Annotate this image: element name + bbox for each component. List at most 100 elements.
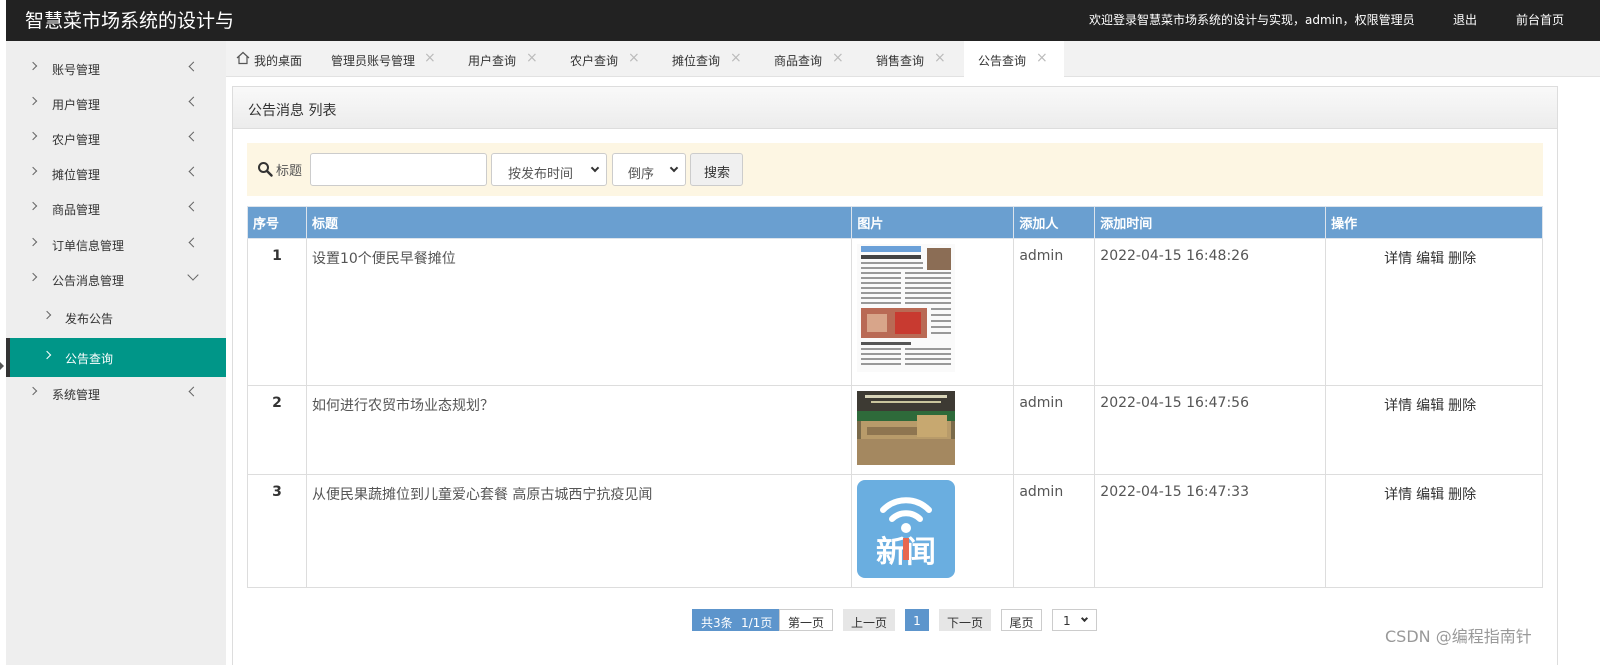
row-adder: admin bbox=[1013, 474, 1096, 588]
chevron-down-icon bbox=[590, 163, 600, 173]
tab-my-desktop[interactable]: 我的桌面 bbox=[236, 41, 316, 77]
delete-link[interactable]: 删除 bbox=[1448, 251, 1476, 267]
frontend-home-link[interactable]: 前台首页 bbox=[1516, 11, 1564, 28]
tab-admin-account[interactable]: 管理员账号管理 × bbox=[331, 41, 436, 77]
column-header: 标题 bbox=[305, 206, 853, 239]
top-header: 智慧菜市场系统的设计与 欢迎登录智慧菜市场系统的设计与实现，admin，权限管理… bbox=[6, 0, 1600, 41]
sidebar-item-product[interactable]: 商品管理 bbox=[6, 191, 226, 227]
close-icon[interactable]: × bbox=[526, 50, 538, 66]
tab-user-query[interactable]: 用户查询 × bbox=[468, 41, 538, 77]
search-button[interactable]: 搜索 bbox=[690, 153, 743, 186]
newspaper-thumbnail[interactable] bbox=[857, 244, 956, 372]
page-select[interactable]: 1 bbox=[1052, 609, 1097, 631]
tab-label: 摊位查询 bbox=[672, 54, 721, 68]
edit-link[interactable]: 编辑 bbox=[1416, 398, 1444, 414]
search-icon bbox=[258, 162, 273, 177]
sidebar-subitem-query[interactable]: 公告查询 bbox=[6, 338, 226, 377]
detail-link[interactable]: 详情 bbox=[1384, 487, 1412, 503]
delete-link[interactable]: 删除 bbox=[1448, 487, 1476, 503]
panel-title: 公告消息 列表 bbox=[248, 103, 337, 119]
welcome-text: 欢迎登录智慧菜市场系统的设计与实现，admin，权限管理员 bbox=[1089, 13, 1415, 27]
row-number: 2 bbox=[247, 385, 307, 475]
notice-table: 序号 标题 图片 添加人 添加时间 操作 1 设置10个便民早餐摊位 admin… bbox=[247, 206, 1543, 588]
row-image-cell bbox=[851, 385, 1015, 475]
title-search-input[interactable] bbox=[310, 153, 487, 186]
table-row: 1 设置10个便民早餐摊位 admin 2022-04-15 16:48:26 … bbox=[247, 238, 1543, 386]
close-icon[interactable]: × bbox=[424, 50, 436, 66]
close-icon[interactable]: × bbox=[934, 50, 946, 66]
last-page-button[interactable]: 尾页 bbox=[1001, 609, 1042, 631]
delete-link[interactable]: 删除 bbox=[1448, 398, 1476, 414]
column-header: 添加时间 bbox=[1094, 206, 1327, 239]
edit-link[interactable]: 编辑 bbox=[1416, 251, 1444, 267]
chevron-left-icon bbox=[188, 166, 199, 177]
chevron-right-icon bbox=[42, 310, 52, 320]
sort-order-select[interactable]: 倒序 bbox=[612, 153, 686, 186]
sidebar-item-label: 用户管理 bbox=[52, 98, 101, 112]
sidebar-item-notice[interactable]: 公告消息管理 bbox=[6, 262, 226, 298]
current-page-button[interactable]: 1 bbox=[905, 609, 929, 631]
sidebar-item-order[interactable]: 订单信息管理 bbox=[6, 227, 226, 263]
sidebar-item-user[interactable]: 用户管理 bbox=[6, 86, 226, 122]
sidebar-item-stall[interactable]: 摊位管理 bbox=[6, 156, 226, 192]
tab-label: 我的桌面 bbox=[254, 54, 303, 68]
page-count: 1/1页 bbox=[741, 616, 773, 630]
row-title: 如何进行农贸市场业态规划？ bbox=[305, 385, 853, 475]
tab-sales-query[interactable]: 销售查询 × bbox=[876, 41, 946, 77]
chevron-right-icon bbox=[28, 166, 38, 176]
close-icon[interactable]: × bbox=[832, 50, 844, 66]
row-image-cell: 新闻 bbox=[851, 474, 1015, 588]
sort-field-select[interactable]: 按发布时间 bbox=[491, 153, 607, 186]
sidebar-item-label: 摊位管理 bbox=[52, 168, 101, 182]
sidebar-item-system[interactable]: 系统管理 bbox=[6, 376, 226, 412]
logout-link[interactable]: 退出 bbox=[1453, 11, 1477, 28]
sidebar-subitem-publish[interactable]: 发布公告 bbox=[6, 300, 226, 336]
close-icon[interactable]: × bbox=[730, 50, 742, 66]
column-header: 序号 bbox=[247, 206, 307, 239]
search-label: 标题 bbox=[276, 164, 303, 179]
first-page-button[interactable]: 第一页 bbox=[779, 609, 833, 631]
column-header: 图片 bbox=[851, 206, 1015, 239]
total-count: 共3条 bbox=[701, 616, 733, 630]
row-adder: admin bbox=[1013, 385, 1096, 475]
row-actions: 详情 编辑 删除 bbox=[1325, 474, 1543, 588]
search-button-label: 搜索 bbox=[704, 166, 731, 181]
detail-link[interactable]: 详情 bbox=[1384, 251, 1412, 267]
chevron-right-icon bbox=[28, 131, 38, 141]
chevron-down-icon bbox=[187, 269, 199, 281]
news-logo-thumbnail[interactable]: 新闻 bbox=[857, 480, 956, 578]
edit-link[interactable]: 编辑 bbox=[1416, 487, 1444, 503]
close-icon[interactable]: × bbox=[628, 50, 640, 66]
chevron-left-icon bbox=[188, 61, 199, 72]
tab-label: 用户查询 bbox=[468, 54, 517, 68]
detail-link[interactable]: 详情 bbox=[1384, 398, 1412, 414]
market-interior-thumbnail[interactable] bbox=[857, 391, 956, 465]
next-page-button[interactable]: 下一页 bbox=[939, 609, 991, 631]
tab-notice-query[interactable]: 公告查询 × bbox=[964, 41, 1064, 78]
close-icon[interactable]: × bbox=[1036, 50, 1048, 66]
sidebar-item-farmer[interactable]: 农户管理 bbox=[6, 121, 226, 157]
row-image-cell bbox=[851, 238, 1015, 386]
prev-page-button[interactable]: 上一页 bbox=[843, 609, 895, 631]
row-time: 2022-04-15 16:47:33 bbox=[1094, 474, 1327, 588]
tab-stall-query[interactable]: 摊位查询 × bbox=[672, 41, 742, 77]
pagination-info: 共3条 1/1页 bbox=[692, 609, 779, 631]
chevron-left-icon bbox=[188, 131, 199, 142]
sidebar-item-label: 农户管理 bbox=[52, 133, 101, 147]
collapse-handle-icon[interactable] bbox=[0, 362, 4, 370]
chevron-right-icon bbox=[28, 96, 38, 106]
table-row: 2 如何进行农贸市场业态规划？ admin 2022-04-15 16:47:5… bbox=[247, 385, 1543, 475]
sidebar-item-label: 发布公告 bbox=[65, 312, 114, 326]
sidebar-item-account[interactable]: 账号管理 bbox=[6, 51, 226, 87]
chevron-left-icon bbox=[188, 96, 199, 107]
home-icon bbox=[236, 51, 250, 65]
sidebar-item-label: 订单信息管理 bbox=[52, 239, 125, 253]
row-title: 从便民果蔬摊位到儿童爱心套餐 高原古城西宁抗疫见闻 bbox=[305, 474, 853, 588]
sort-field-value: 按发布时间 bbox=[508, 167, 574, 182]
tab-farmer-query[interactable]: 农户查询 × bbox=[570, 41, 640, 77]
row-time: 2022-04-15 16:48:26 bbox=[1094, 238, 1327, 386]
table-header-row: 序号 标题 图片 添加人 添加时间 操作 bbox=[247, 206, 1543, 239]
chevron-right-icon bbox=[28, 201, 38, 211]
chevron-down-icon bbox=[1080, 614, 1089, 623]
tab-product-query[interactable]: 商品查询 × bbox=[774, 41, 844, 77]
